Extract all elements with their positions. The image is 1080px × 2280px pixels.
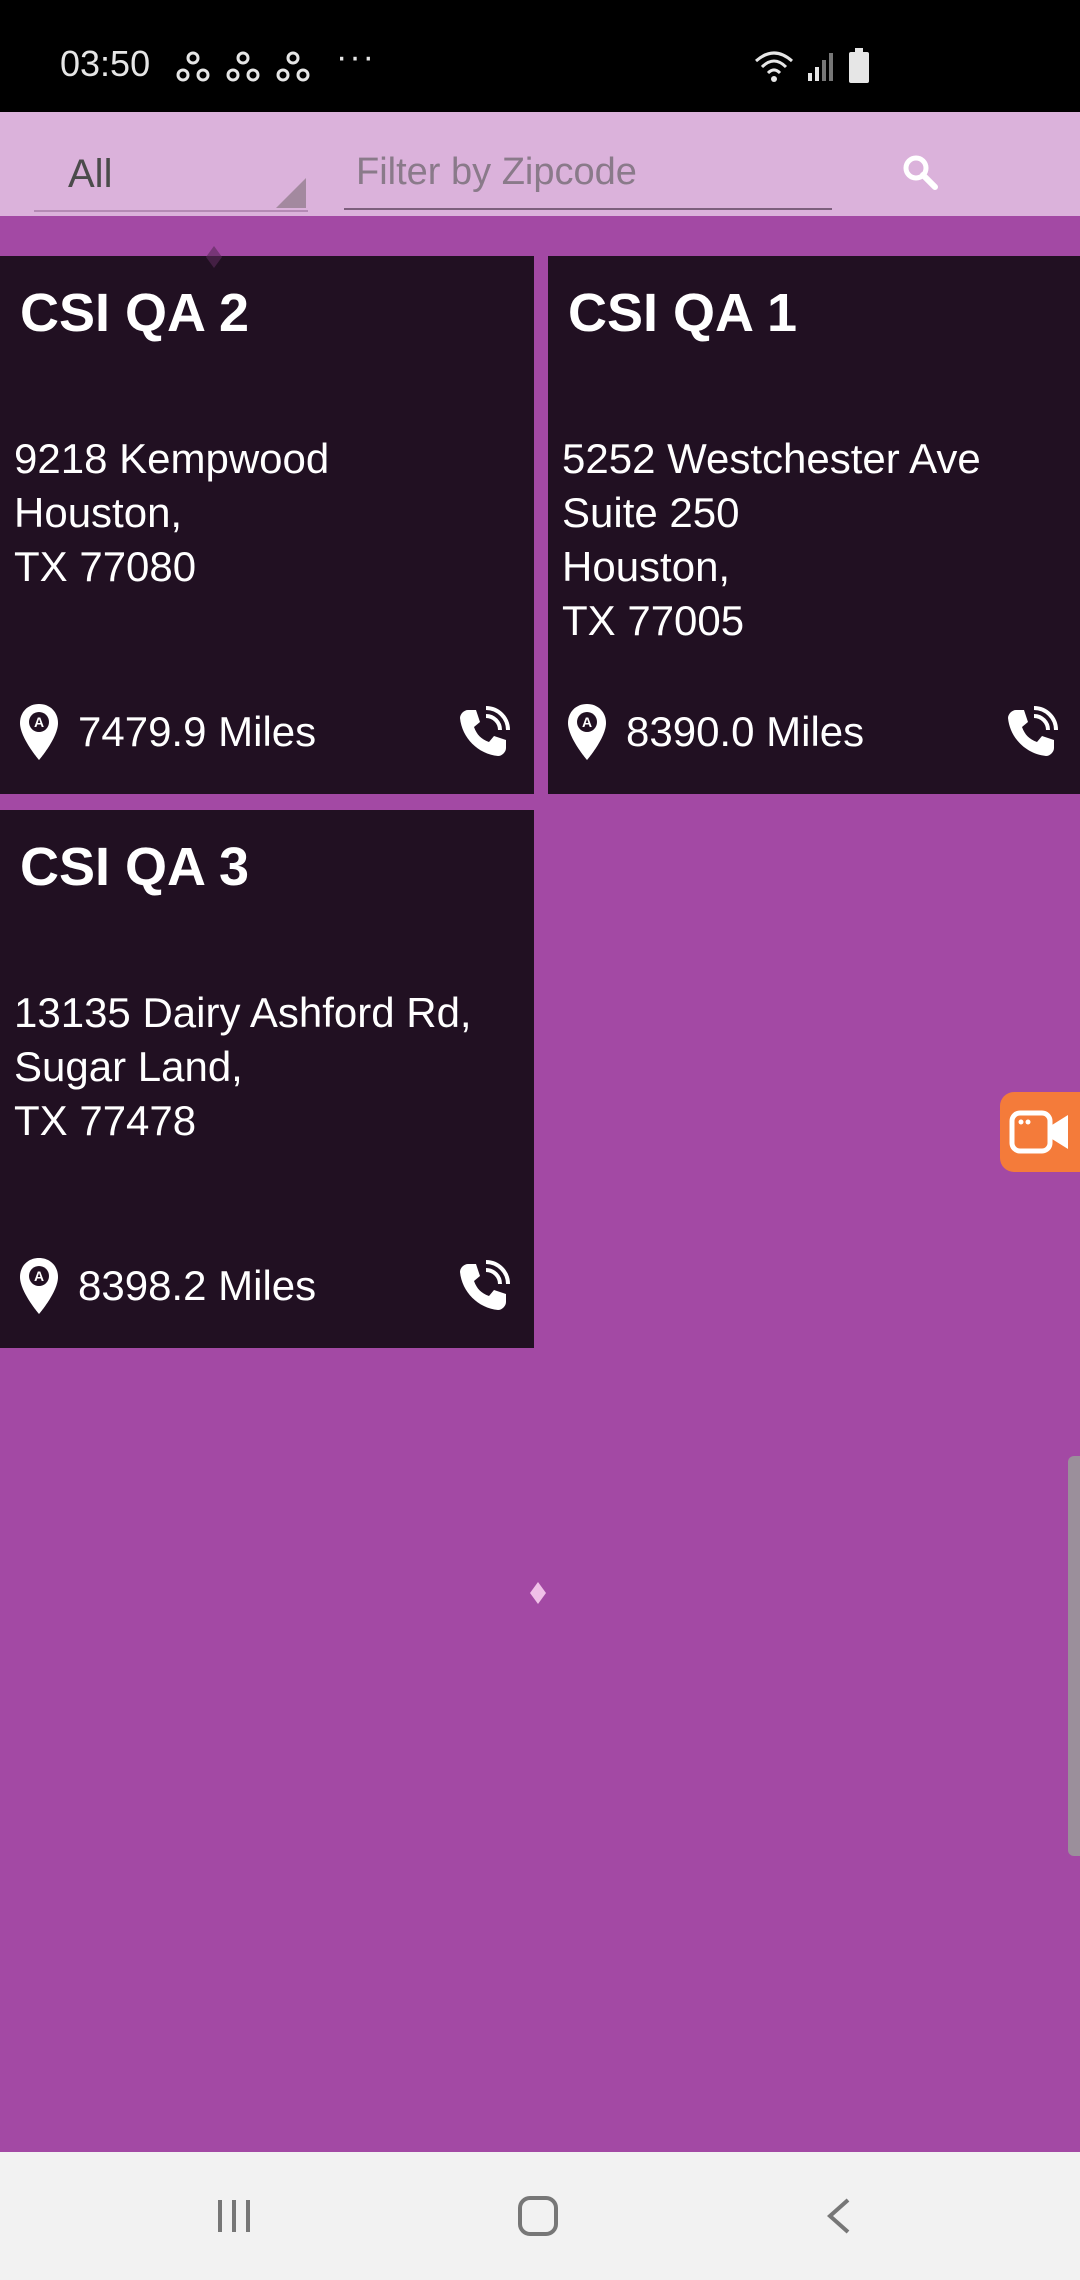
location-address: 13135 Dairy Ashford Rd, Sugar Land, TX 7… bbox=[14, 986, 472, 1148]
map-pin-icon: A bbox=[568, 704, 606, 760]
address-line: TX 77005 bbox=[562, 597, 745, 644]
address-line: Houston, bbox=[14, 489, 183, 536]
search-icon bbox=[903, 155, 938, 190]
distance-text: 8398.2 Miles bbox=[78, 1262, 317, 1309]
address-line: Suite 250 bbox=[562, 489, 740, 536]
search-button[interactable] bbox=[892, 144, 948, 200]
location-name: CSI QA 3 bbox=[20, 837, 250, 897]
share-icon bbox=[176, 51, 210, 82]
zipcode-filter-input[interactable] bbox=[344, 136, 832, 210]
location-distance[interactable]: A 8398.2 Miles bbox=[18, 1256, 316, 1316]
system-nav-bar bbox=[0, 2152, 1080, 2280]
back-icon bbox=[826, 2198, 850, 2234]
location-address: 9218 Kempwood Houston, TX 77080 bbox=[14, 432, 329, 594]
phone-call-icon[interactable] bbox=[452, 702, 512, 762]
signal-icon bbox=[808, 53, 833, 81]
status-bar: 03:50 ··· bbox=[0, 0, 1080, 112]
recent-apps-button[interactable] bbox=[204, 2186, 264, 2246]
location-name: CSI QA 2 bbox=[20, 283, 250, 343]
svg-text:A: A bbox=[34, 714, 44, 730]
dropdown-arrow-icon bbox=[276, 178, 306, 208]
location-distance[interactable]: A 8390.0 Miles bbox=[566, 702, 864, 762]
location-card[interactable]: CSI QA 3 13135 Dairy Ashford Rd, Sugar L… bbox=[0, 810, 534, 1348]
location-distance[interactable]: A 7479.9 Miles bbox=[18, 702, 316, 762]
home-icon bbox=[518, 2196, 558, 2236]
distance-text: 8390.0 Miles bbox=[626, 708, 865, 755]
address-line: 5252 Westchester Ave bbox=[562, 435, 981, 482]
location-address: 5252 Westchester Ave Suite 250 Houston, … bbox=[562, 432, 981, 648]
phone-call-icon[interactable] bbox=[452, 1256, 512, 1316]
address-line: 13135 Dairy Ashford Rd, bbox=[14, 989, 472, 1036]
map-pin-icon: A bbox=[20, 1258, 58, 1314]
distance-text: 7479.9 Miles bbox=[78, 708, 317, 755]
status-time: 03:50 bbox=[60, 43, 151, 84]
touch-indicator-icon bbox=[530, 1582, 546, 1604]
address-line: Houston, bbox=[562, 543, 731, 590]
status-more-indicator: ··· bbox=[336, 38, 376, 76]
wifi-icon bbox=[755, 51, 793, 82]
location-card[interactable]: CSI QA 1 5252 Westchester Ave Suite 250 … bbox=[548, 256, 1080, 794]
location-card[interactable]: CSI QA 2 9218 Kempwood Houston, TX 77080… bbox=[0, 256, 534, 794]
video-camera-icon bbox=[1009, 1110, 1068, 1154]
address-line: 9218 Kempwood bbox=[14, 435, 330, 482]
status-right-icons bbox=[754, 48, 870, 84]
touch-indicator-icon bbox=[206, 246, 222, 268]
battery-icon bbox=[849, 48, 869, 83]
share-icon bbox=[226, 51, 260, 82]
category-dropdown-value: All bbox=[68, 152, 113, 196]
phone-call-icon[interactable] bbox=[1000, 702, 1060, 762]
map-pin-icon: A bbox=[20, 704, 58, 760]
svg-text:A: A bbox=[34, 1268, 44, 1284]
svg-text:A: A bbox=[582, 714, 592, 730]
category-dropdown[interactable]: All bbox=[34, 130, 308, 212]
screen-recorder-button[interactable] bbox=[1000, 1092, 1080, 1172]
scrollbar[interactable] bbox=[1068, 1456, 1080, 1856]
share-icon bbox=[276, 51, 310, 82]
home-button[interactable] bbox=[508, 2186, 568, 2246]
address-line: TX 77080 bbox=[14, 543, 197, 590]
location-name: CSI QA 1 bbox=[568, 283, 798, 343]
address-line: TX 77478 bbox=[14, 1097, 197, 1144]
recent-apps-icon bbox=[218, 2200, 250, 2232]
back-button[interactable] bbox=[810, 2186, 870, 2246]
address-line: Sugar Land, bbox=[14, 1043, 243, 1090]
filter-bar: All bbox=[0, 112, 1080, 216]
